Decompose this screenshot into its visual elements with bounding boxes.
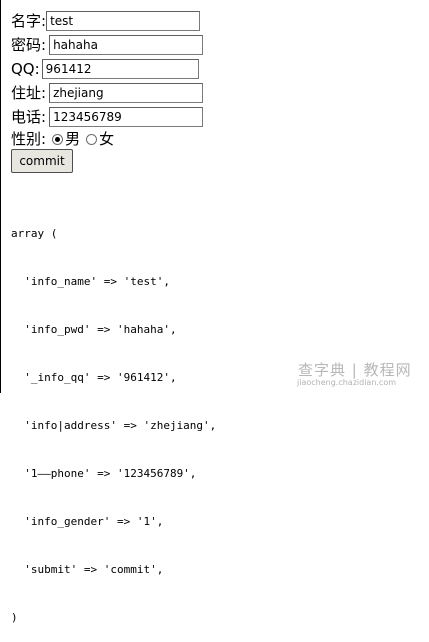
gender-female-radio[interactable] xyxy=(86,133,98,145)
password-row: 密码: xyxy=(11,34,204,56)
address-field[interactable] xyxy=(49,83,204,103)
gender-male-option[interactable]: 男 xyxy=(52,130,80,148)
radio-selected-dot xyxy=(55,136,61,142)
address-label: 住址: xyxy=(11,84,47,102)
qq-row: QQ: xyxy=(11,58,199,80)
output-line: 'info_name' => 'test', xyxy=(11,275,170,288)
password-field[interactable] xyxy=(49,35,204,55)
qq-label: QQ: xyxy=(11,60,40,78)
output-line: array ( xyxy=(11,227,58,240)
array-output: array ( 'info_name' => 'test', 'info_pwd… xyxy=(11,194,301,642)
output-line: 'info|address' => 'zhejiang', xyxy=(11,419,217,432)
output-line: 'submit' => 'commit', xyxy=(11,563,164,576)
phone-label: 电话: xyxy=(11,108,47,126)
output-line: 'info_gender' => '1', xyxy=(11,515,164,528)
name-row: 名字: xyxy=(11,10,201,32)
name-label: 名字: xyxy=(11,12,47,30)
output-line: '1——phone' => '123456789', xyxy=(11,467,197,480)
phone-row: 电话: xyxy=(11,106,204,128)
gender-male-radio[interactable] xyxy=(52,133,64,145)
password-label: 密码: xyxy=(11,36,47,54)
output-line: '_info_qq' => '961412', xyxy=(11,371,177,384)
gender-female-option[interactable]: 女 xyxy=(86,130,114,148)
gender-male-label: 男 xyxy=(65,130,81,148)
address-row: 住址: xyxy=(11,82,204,104)
watermark-main: 查字典 | 教程网 xyxy=(298,361,412,379)
gender-label: 性别: xyxy=(11,130,47,148)
gender-radio-group: 男 女 xyxy=(52,130,120,148)
commit-button[interactable]: commit xyxy=(11,149,73,173)
output-line: ) xyxy=(11,611,18,624)
gender-row: 性别: 男 女 xyxy=(11,128,120,150)
phone-field[interactable] xyxy=(49,107,204,127)
page-left-border xyxy=(0,0,1,393)
output-line: 'info_pwd' => 'hahaha', xyxy=(11,323,177,336)
watermark-sub: jiaocheng.chazidian.com xyxy=(297,378,397,387)
gender-female-label: 女 xyxy=(99,130,115,148)
name-field[interactable] xyxy=(46,11,201,31)
qq-field[interactable] xyxy=(41,59,199,79)
